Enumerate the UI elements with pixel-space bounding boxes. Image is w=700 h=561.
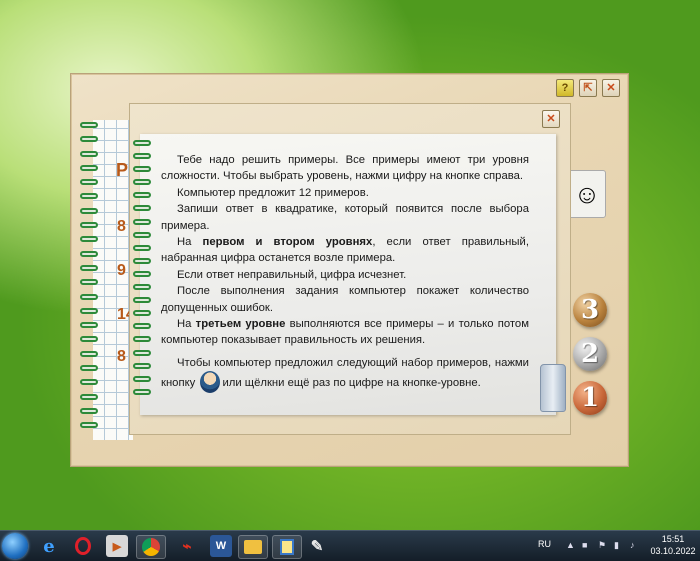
word-icon[interactable]: W: [210, 535, 232, 557]
help-button[interactable]: ?: [556, 79, 574, 97]
restore-button[interactable]: ⇱: [579, 79, 597, 97]
notebook-spiral: [80, 122, 104, 437]
pdf-reader-icon[interactable]: ⌁: [176, 535, 198, 557]
close-icon: ✕: [606, 81, 616, 94]
trash-bin-icon[interactable]: [540, 364, 566, 412]
instruction-paragraph: Чтобы компьютер предложил следующий набо…: [161, 355, 529, 394]
instruction-paragraph: Запиши ответ в квадратике, который появи…: [161, 203, 529, 232]
file-explorer-icon[interactable]: [238, 535, 268, 559]
instruction-paragraph: Если ответ неправильный, цифра исчезнет.: [177, 268, 407, 281]
notebook-number: Р: [116, 160, 129, 180]
show-hidden-icons-icon[interactable]: ▲: [566, 541, 575, 550]
opera-icon[interactable]: [72, 535, 94, 557]
clock-time[interactable]: 15:51: [648, 534, 698, 544]
level-1-button[interactable]: 1: [573, 381, 607, 415]
notebook-number: 9: [117, 262, 126, 279]
instruction-paragraph: После выполнения задания компьютер покаж…: [161, 285, 529, 314]
close-icon: ✕: [546, 112, 556, 125]
network-icon[interactable]: ▮: [614, 541, 623, 550]
level-3-button[interactable]: 3: [573, 293, 607, 327]
clock-date[interactable]: 03.10.2022: [648, 546, 698, 556]
teacher-icon[interactable]: ☺: [568, 170, 606, 218]
taskbar: e ▶ ⌁ W ✎ RU ▲ ■ ⚑ ▮ ♪ 15:51 03.10.2022: [0, 530, 700, 561]
instruction-paragraph: Тебе надо решить примеры. Все примеры им…: [161, 154, 529, 183]
paint-icon[interactable]: ✎: [306, 535, 328, 557]
instruction-paragraph: На третьем уровне выполняются все пример…: [161, 318, 529, 347]
notebook-number: 8: [117, 218, 126, 235]
battery-icon[interactable]: ■: [582, 541, 591, 550]
chrome-icon[interactable]: [136, 535, 166, 559]
instruction-paragraph: На первом и втором уровнях, если ответ п…: [161, 236, 529, 265]
close-app-button[interactable]: ✕: [602, 79, 620, 97]
teacher-icon: [200, 371, 221, 394]
sheet-spiral: [133, 140, 155, 402]
windows-start-icon[interactable]: [2, 533, 28, 559]
app-window-icon[interactable]: [272, 535, 302, 559]
restore-icon: ⇱: [583, 81, 593, 94]
internet-explorer-icon[interactable]: e: [38, 535, 60, 557]
flag-icon[interactable]: ⚑: [598, 541, 607, 550]
help-icon: ?: [561, 81, 569, 94]
level-2-button[interactable]: 2: [573, 337, 607, 371]
volume-icon[interactable]: ♪: [630, 541, 639, 550]
language-indicator[interactable]: RU: [538, 539, 551, 549]
close-dialog-button[interactable]: ✕: [542, 110, 560, 128]
media-player-icon[interactable]: ▶: [106, 535, 128, 557]
notebook-number: 8: [117, 348, 126, 365]
instructions-text: Тебе надо решить примеры. Все примеры им…: [161, 152, 529, 394]
instruction-paragraph: Компьютер предложит 12 примеров.: [177, 186, 369, 199]
